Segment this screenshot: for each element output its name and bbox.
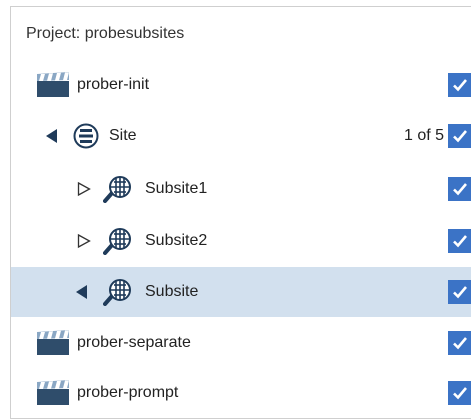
tree-row-label: Subsite	[145, 283, 199, 300]
clapperboard-icon	[36, 330, 70, 361]
tree-row-label: prober-prompt	[77, 384, 179, 401]
tree-row-prober-prompt[interactable]: prober-prompt	[11, 368, 471, 418]
check-icon	[453, 235, 467, 248]
tree-row-label: Site	[109, 127, 137, 144]
include-checkbox[interactable]	[448, 331, 471, 355]
project-tree-panel: Project: probesubsites prober-init Site …	[10, 6, 471, 419]
include-checkbox[interactable]	[448, 124, 471, 148]
check-icon	[453, 337, 467, 350]
include-checkbox[interactable]	[448, 381, 471, 405]
check-icon	[453, 79, 467, 92]
subsite-count: 1 of 5	[403, 127, 444, 144]
include-checkbox[interactable]	[448, 280, 471, 304]
include-checkbox[interactable]	[448, 229, 471, 253]
include-checkbox[interactable]	[448, 177, 471, 201]
collapsed-arrow-icon[interactable]	[77, 181, 91, 202]
subsite-search-globe-icon	[103, 278, 133, 311]
project-title: Project: probesubsites	[26, 25, 185, 42]
tree-row-site[interactable]: Site 1 of 5	[11, 111, 471, 161]
check-icon	[453, 130, 467, 143]
expanded-arrow-icon[interactable]	[74, 284, 88, 305]
expanded-arrow-icon[interactable]	[44, 128, 58, 149]
tree-row-label: Subsite2	[145, 232, 208, 249]
tree-row-subsite1[interactable]: Subsite1	[11, 164, 471, 214]
clapperboard-icon	[36, 380, 70, 411]
tree-row-label: prober-separate	[77, 334, 191, 351]
check-icon	[453, 286, 467, 299]
tree-row-label: Subsite1	[145, 180, 208, 197]
tree-row-subsite[interactable]: Subsite	[11, 267, 471, 317]
site-globe-icon	[73, 123, 99, 154]
clapperboard-icon	[36, 72, 70, 103]
subsite-search-globe-icon	[103, 227, 133, 260]
tree-row-label: prober-init	[77, 76, 150, 93]
tree-row-prober-init[interactable]: prober-init	[11, 60, 471, 110]
subsite-search-globe-icon	[103, 175, 133, 208]
include-checkbox[interactable]	[448, 73, 471, 97]
collapsed-arrow-icon[interactable]	[77, 233, 91, 254]
tree-row-subsite2[interactable]: Subsite2	[11, 216, 471, 266]
check-icon	[453, 183, 467, 196]
tree-row-prober-separate[interactable]: prober-separate	[11, 318, 471, 368]
check-icon	[453, 387, 467, 400]
